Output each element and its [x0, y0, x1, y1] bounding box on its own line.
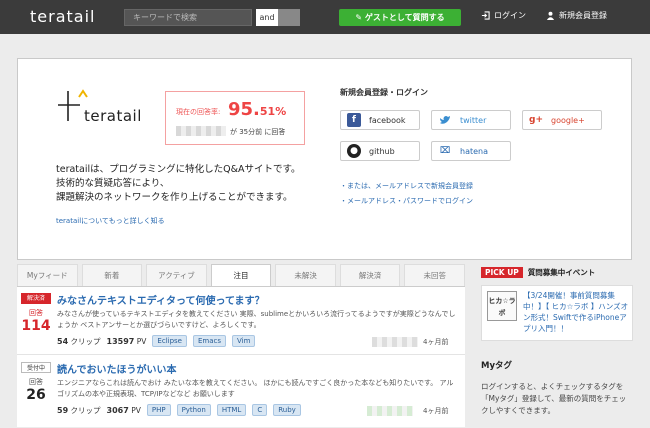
guest-question-label: ゲストとして質問する — [364, 13, 445, 22]
pencil-icon: ✎ — [355, 13, 365, 22]
tag[interactable]: Vim — [232, 335, 256, 347]
question-age: 4ヶ月前 — [423, 407, 449, 415]
clip-unit: クリップ — [70, 405, 101, 415]
tab-unresolved[interactable]: 未解決 — [275, 264, 336, 286]
pv-count: 13597 — [106, 336, 135, 346]
brand-name: teratail — [84, 107, 142, 125]
pv-unit: PV — [136, 336, 147, 346]
question-excerpt: みなさんが使っているテキストエディタを教えてください 実際、sublimeとかい… — [57, 310, 456, 329]
intro-card: teratail 現在の回答率: 95.51% が 35分前 に回答 terat… — [17, 58, 632, 260]
login-link[interactable]: ログイン — [481, 10, 526, 21]
email-register-link[interactable]: ・または、メールアドレスで新規会員登録 — [340, 181, 473, 191]
github-login-button[interactable]: ● github — [340, 141, 420, 161]
tab-active[interactable]: アクティブ — [146, 264, 207, 286]
event-logo: ヒカ☆ラボ — [487, 291, 517, 321]
question-meta: 59 クリップ 3067 PV PHP Python HTML C Ruby — [57, 404, 301, 416]
question-meta: 54 クリップ 13597 PV Eclipse Emacs Vim — [57, 335, 256, 347]
answer-count: 26 — [26, 387, 46, 403]
blurred-username — [176, 126, 226, 136]
answer-rate-int: 95. — [228, 99, 260, 120]
tab-my-feed[interactable]: Myフィード — [17, 264, 78, 286]
answer-rate-dec: 51% — [259, 105, 287, 118]
answer-count-label: 回答 — [29, 378, 43, 386]
tag[interactable]: C — [252, 404, 268, 416]
login-icon — [481, 11, 490, 20]
twitter-bird-icon — [438, 113, 452, 127]
tab-featured[interactable]: 注目 — [210, 264, 272, 286]
clip-count: 54 — [57, 336, 69, 346]
intro-text: teratailは、プログラミングに特化したQ&Aサイトです。 技術的な質疑応答… — [56, 163, 301, 205]
tag[interactable]: Python — [176, 404, 211, 416]
tag[interactable]: PHP — [146, 404, 171, 416]
intro-line: teratailは、プログラミングに特化したQ&Aサイトです。 — [56, 164, 301, 175]
tab-new[interactable]: 新着 — [81, 264, 143, 286]
and-toggle-knob — [278, 9, 300, 26]
pv-unit: PV — [131, 405, 141, 415]
facebook-icon: f — [347, 113, 361, 127]
question-tabs: Myフィード 新着 アクティブ 注目 未解決 解決済 未回答 — [17, 264, 466, 286]
pickup-label: PICK UP — [481, 267, 523, 278]
pickup-header: PICK UP 質問募集中イベント — [481, 267, 595, 278]
and-toggle[interactable]: and — [256, 9, 300, 26]
guest-question-button[interactable]: ✎ ゲストとして質問する — [339, 9, 461, 26]
my-tags-title: Myタグ — [481, 361, 512, 371]
event-link[interactable]: 【3/24開催！事前質問募集中！】【 ヒカ☆ラボ 】ハンズオン形式！Swiftで… — [523, 290, 631, 334]
blurred-username — [372, 337, 418, 347]
email-login-link[interactable]: ・メールアドレス・パスワードでログイン — [340, 196, 473, 206]
question-list: 解決済 回答 114 みなさんテキストエディタって何使ってます？ みなさんが使っ… — [17, 286, 465, 427]
intro-line: 技術的な質疑応答により、 — [56, 178, 170, 189]
facebook-login-button[interactable]: f facebook — [340, 110, 420, 130]
status-badge: 受付中 — [21, 362, 51, 373]
tag[interactable]: HTML — [216, 404, 247, 416]
answer-count: 114 — [21, 318, 51, 334]
tag[interactable]: Emacs — [192, 335, 227, 347]
hatena-login-button[interactable]: ⌧ hatena — [431, 141, 511, 161]
github-icon: ● — [347, 144, 361, 158]
more-info-link[interactable]: teratailについてもっと詳しく知る — [56, 216, 165, 226]
login-label: ログイン — [494, 11, 526, 20]
question-item: 解決済 回答 114 みなさんテキストエディタって何使ってます？ みなさんが使っ… — [17, 287, 465, 355]
question-title[interactable]: みなさんテキストエディタって何使ってます？ — [57, 292, 265, 307]
and-toggle-label: and — [256, 9, 278, 26]
answer-rate-time: が 35分前 に回答 — [230, 128, 286, 136]
google-label: google+ — [551, 115, 585, 125]
tag[interactable]: Eclipse — [152, 335, 187, 347]
twitter-label: twitter — [460, 115, 487, 125]
pickup-heading: 質問募集中イベント — [527, 268, 596, 277]
question-excerpt: エンジニアならこれは読んでおけ みたいな本を教えてください。 ほかにも読んですご… — [57, 379, 454, 398]
answer-rate-label: 現在の回答率: — [176, 108, 221, 116]
blurred-username — [367, 406, 413, 416]
answer-rate-box: 現在の回答率: 95.51% が 35分前 に回答 — [165, 91, 305, 145]
search-input[interactable] — [124, 9, 252, 26]
answer-count-label: 回答 — [29, 309, 43, 317]
user-icon — [546, 11, 555, 20]
question-title[interactable]: 読んでおいたほうがいい本 — [57, 361, 177, 376]
event-card[interactable]: ヒカ☆ラボ 【3/24開催！事前質問募集中！】【 ヒカ☆ラボ 】ハンズオン形式！… — [481, 285, 633, 341]
clip-count: 59 — [57, 405, 69, 415]
question-age: 4ヶ月前 — [423, 338, 449, 346]
question-item: 受付中 回答 26 読んでおいたほうがいい本 エンジニアならこれは読んでおけ み… — [17, 356, 465, 428]
register-label: 新規会員登録 — [559, 11, 607, 20]
tab-resolved[interactable]: 解決済 — [339, 264, 401, 286]
google-login-button[interactable]: g+ google+ — [522, 110, 602, 130]
tab-unanswered[interactable]: 未回答 — [404, 264, 466, 286]
site-logo[interactable]: teratail — [30, 7, 95, 26]
register-link[interactable]: 新規会員登録 — [546, 10, 607, 21]
top-header: teratail and ✎ ゲストとして質問する ログイン 新規会員登録 — [0, 0, 650, 34]
intro-line: 課題解決のネットワークを作り上げることができます。 — [56, 192, 293, 203]
auth-title: 新規会員登録・ログイン — [340, 88, 428, 97]
hatena-label: hatena — [460, 146, 489, 156]
pv-count: 3067 — [106, 405, 129, 415]
status-badge: 解決済 — [21, 293, 51, 304]
answer-rate-value: 95.51% — [228, 99, 286, 120]
facebook-label: facebook — [369, 115, 406, 125]
google-plus-icon: g+ — [529, 115, 543, 125]
clip-unit: クリップ — [70, 336, 101, 346]
tag[interactable]: Ruby — [273, 404, 301, 416]
my-tags-description: ログインすると、よくチェックするタグを「Myタグ」登録して、最新の質問をチェック… — [481, 382, 627, 415]
github-label: github — [369, 146, 395, 156]
hatena-icon: ⌧ — [439, 146, 451, 156]
twitter-login-button[interactable]: twitter — [431, 110, 511, 130]
